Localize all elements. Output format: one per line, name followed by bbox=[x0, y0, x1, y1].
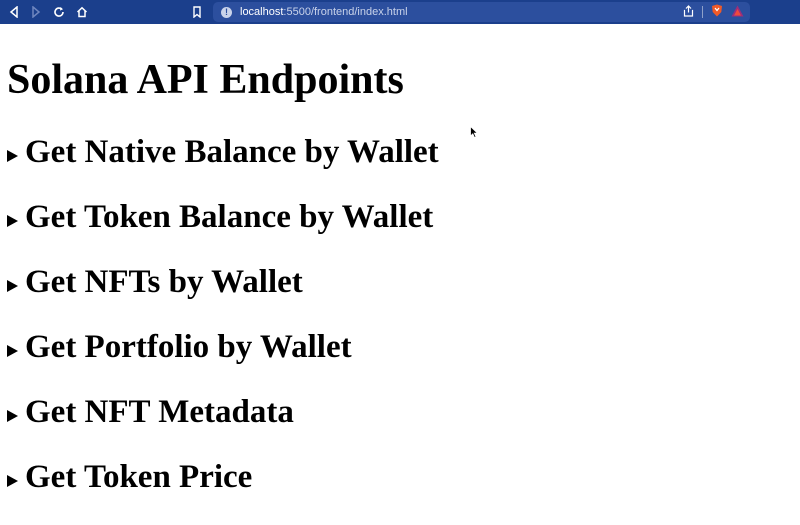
share-icon[interactable] bbox=[683, 4, 694, 20]
back-icon[interactable] bbox=[5, 3, 23, 21]
section-label: Get NFT Metadata bbox=[25, 394, 294, 430]
page-title: Solana API Endpoints bbox=[7, 57, 404, 103]
site-info-icon[interactable]: ! bbox=[221, 6, 232, 18]
details-native-balance[interactable]: Get Native Balance by Wallet bbox=[7, 134, 439, 171]
details-portfolio[interactable]: Get Portfolio by Wallet bbox=[7, 329, 352, 366]
address-bar[interactable]: ! localhost:5500/frontend/index.html bbox=[213, 2, 750, 22]
home-icon[interactable] bbox=[73, 3, 91, 21]
section-label: Get Token Balance by Wallet bbox=[25, 199, 434, 235]
address-bar-actions bbox=[683, 4, 744, 20]
section-label: Get Token Price bbox=[25, 459, 253, 495]
disclosure-triangle-icon bbox=[7, 214, 18, 227]
mouse-cursor-icon bbox=[470, 126, 478, 138]
url-path: :5500/frontend/index.html bbox=[283, 6, 408, 18]
section-label: Get NFTs by Wallet bbox=[25, 264, 303, 300]
disclosure-triangle-icon bbox=[7, 409, 18, 422]
details-nft-metadata[interactable]: Get NFT Metadata bbox=[7, 394, 294, 431]
forward-icon[interactable] bbox=[27, 3, 45, 21]
disclosure-triangle-icon bbox=[7, 474, 18, 487]
url-host: localhost bbox=[240, 6, 284, 18]
details-nfts[interactable]: Get NFTs by Wallet bbox=[7, 264, 303, 301]
disclosure-triangle-icon bbox=[7, 149, 18, 162]
section-label: Get Native Balance by Wallet bbox=[25, 134, 439, 170]
brave-shields-icon[interactable] bbox=[711, 4, 723, 20]
toolbar-divider bbox=[702, 6, 703, 18]
section-label: Get Portfolio by Wallet bbox=[25, 329, 352, 365]
details-token-balance[interactable]: Get Token Balance by Wallet bbox=[7, 199, 433, 236]
reload-icon[interactable] bbox=[50, 3, 68, 21]
brave-rewards-icon[interactable] bbox=[731, 5, 744, 20]
page-content: Solana API Endpoints Get Native Balance … bbox=[0, 24, 800, 525]
disclosure-triangle-icon bbox=[7, 279, 18, 292]
browser-toolbar: ! localhost:5500/frontend/index.html bbox=[0, 0, 800, 24]
disclosure-triangle-icon bbox=[7, 344, 18, 357]
bookmark-icon[interactable] bbox=[188, 3, 206, 21]
details-token-price[interactable]: Get Token Price bbox=[7, 459, 252, 496]
